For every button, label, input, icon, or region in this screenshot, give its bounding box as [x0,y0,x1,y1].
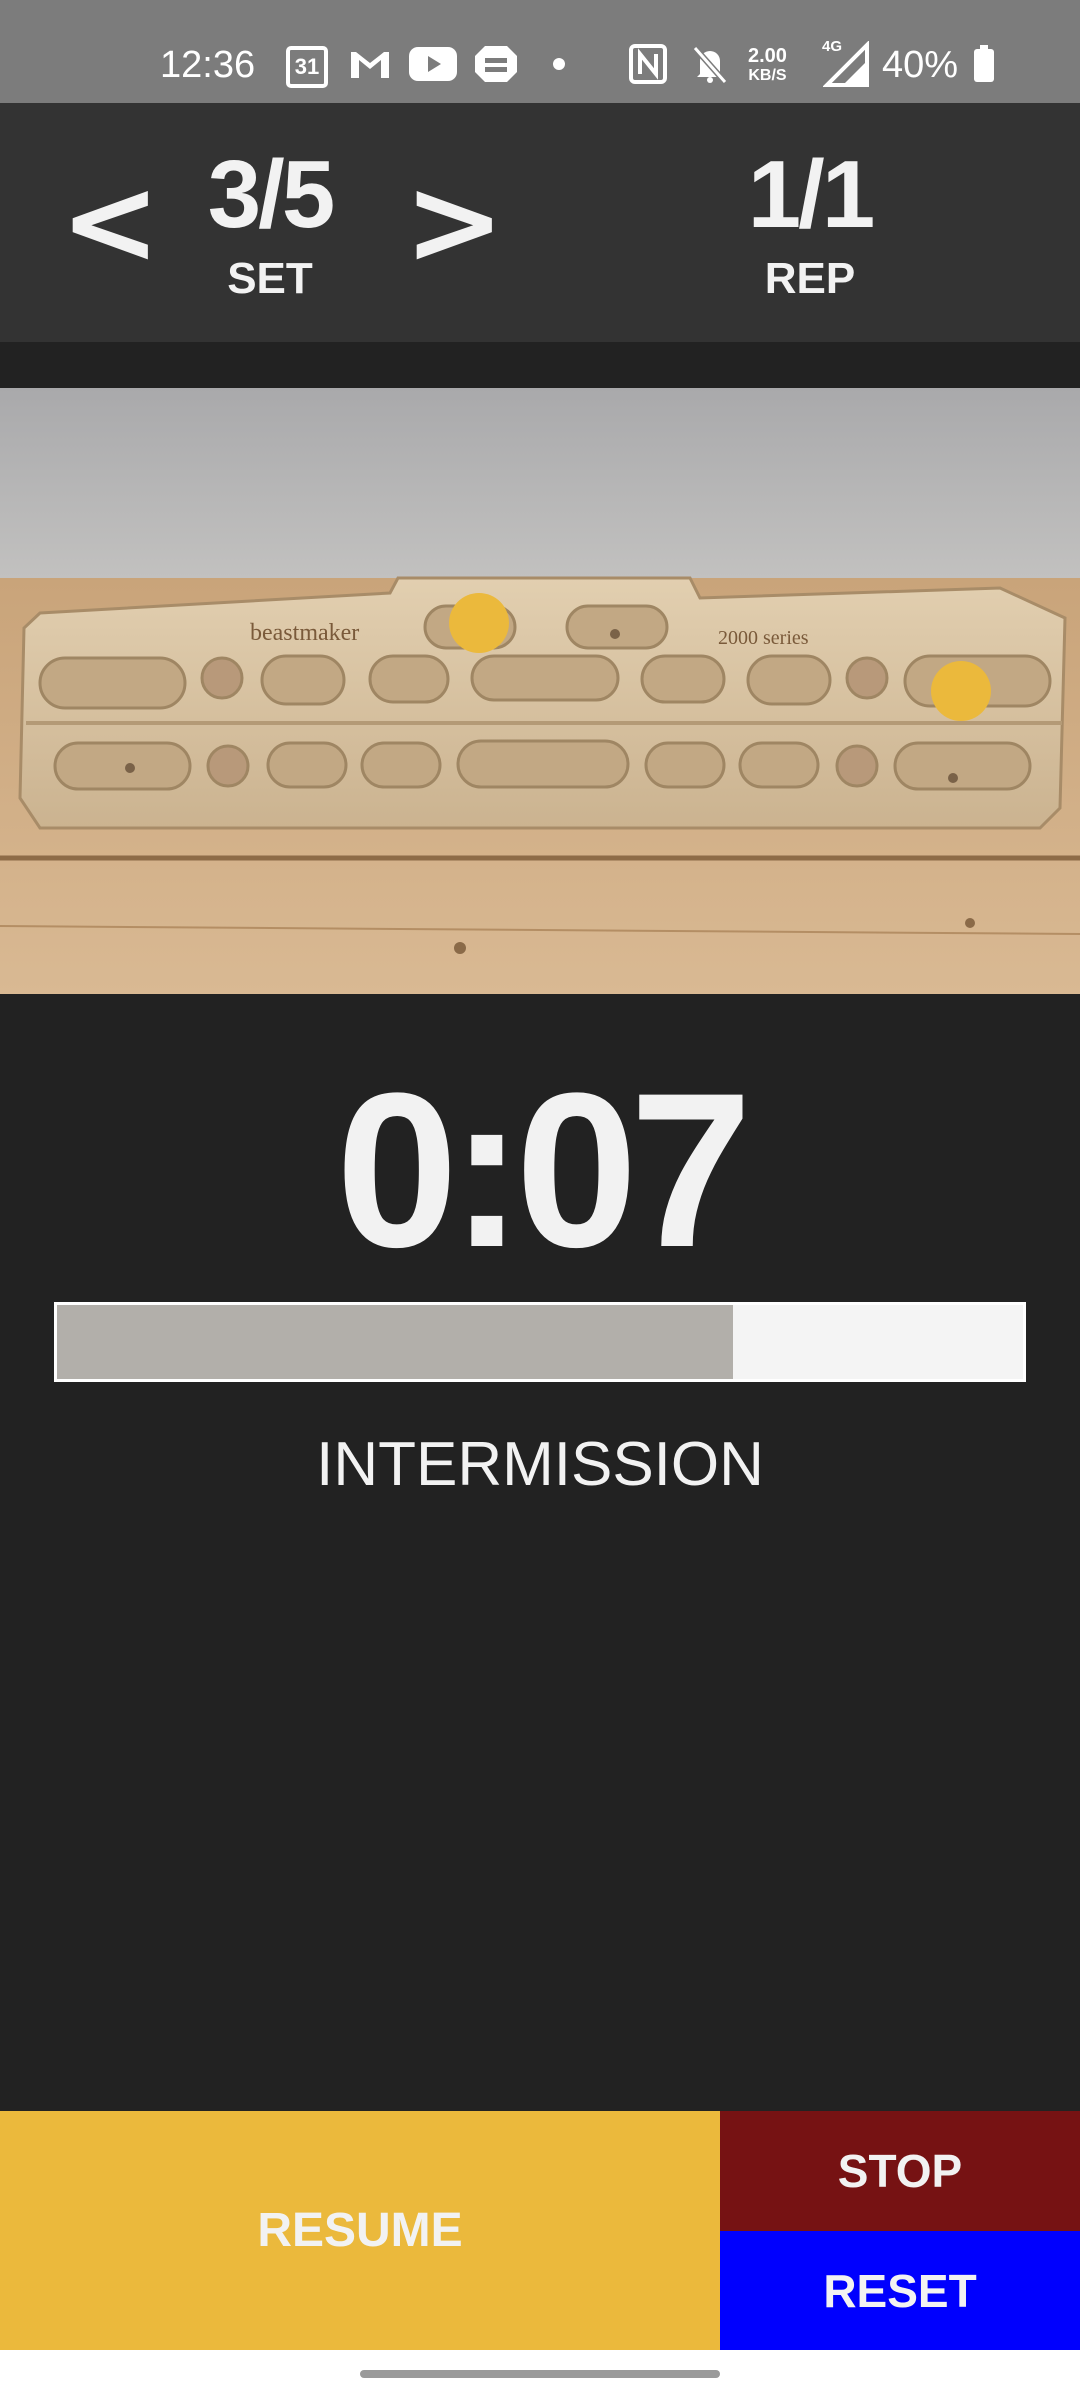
printer-icon [472,44,520,84]
net-speed: 2.00 KB/S [748,46,787,86]
net-speed-value: 2.00 [748,45,787,67]
signal-icon: 4G [822,38,870,88]
phase-label: INTERMISSION [316,1430,764,1499]
status-time: 12:36 [160,44,256,86]
calendar-icon: 31 [286,46,328,88]
bell-off-icon [690,44,730,84]
progress-bar-fill [57,1305,734,1379]
countdown-timer: 0:07 [335,1047,752,1293]
battery-percent: 40% [882,44,959,86]
battery-icon [972,44,996,84]
workout-header: < 3/5 SET > 1/1 REP [0,103,1080,342]
set-counter: 3/5 [207,141,335,248]
reset-button[interactable]: RESET [720,2231,1080,2350]
set-label: SET [227,254,313,303]
net-speed-unit: KB/S [748,67,787,84]
dot-icon [551,44,567,84]
gmail-icon [348,44,392,84]
hangboard-image: beastmaker 2000 series [0,388,1080,994]
next-set-button[interactable]: > [404,163,505,283]
resume-button[interactable]: RESUME [0,2111,720,2350]
hold-marker-right [931,661,991,721]
previous-set-button[interactable]: < [60,163,161,283]
rep-counter: 1/1 [747,141,875,248]
progress-bar [54,1302,1026,1382]
status-bar: 12:36 31 2.00 KB/S 4G 40% [0,0,1080,103]
youtube-icon [408,44,458,84]
hangboard-series: 2000 series [718,627,809,649]
hold-marker-left [449,593,509,653]
nfc-icon [628,44,668,84]
home-gesture-handle[interactable] [360,2370,720,2378]
calendar-day: 31 [294,54,320,79]
stop-button[interactable]: STOP [720,2111,1080,2231]
rep-label: REP [764,254,856,303]
hangboard-brand: beastmaker [250,620,359,646]
network-type: 4G [822,38,843,55]
